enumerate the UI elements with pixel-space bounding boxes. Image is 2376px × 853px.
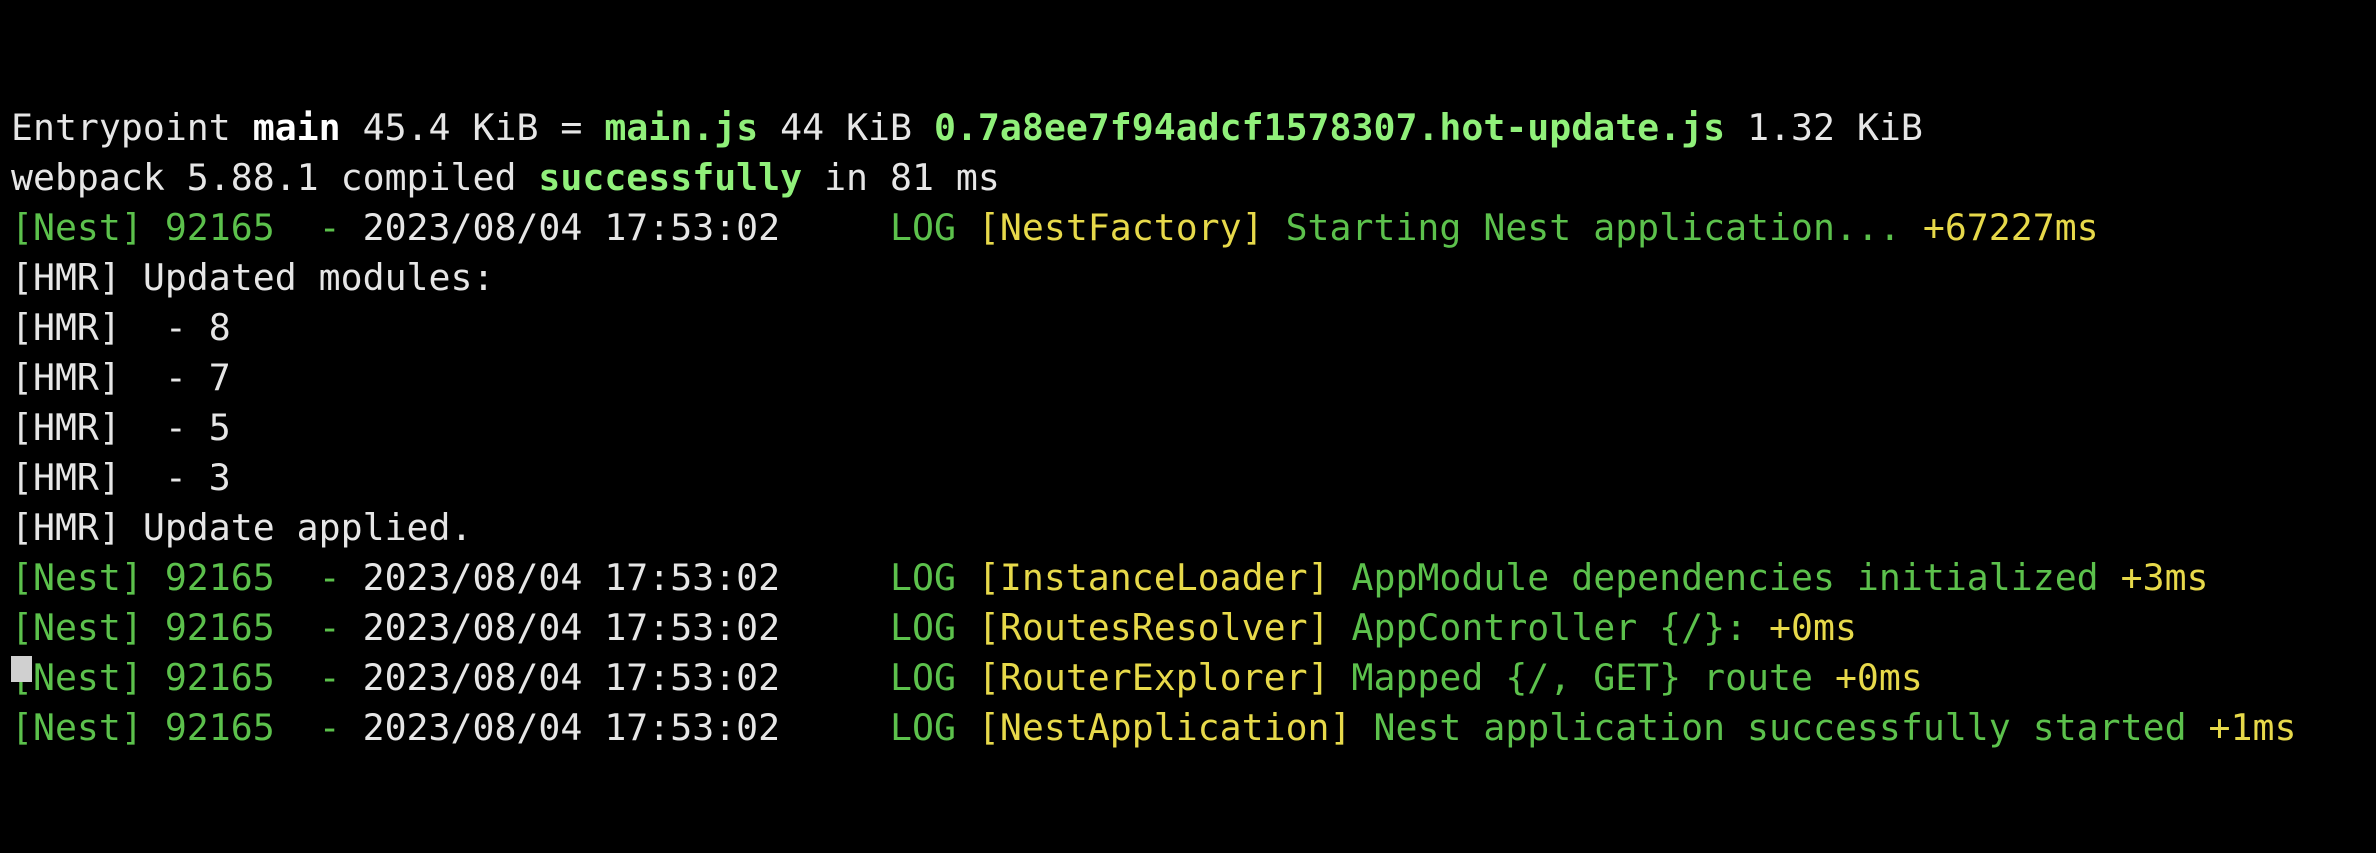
terminal-text-segment: Entrypoint [11, 106, 253, 149]
terminal-text-segment: +67227ms [1900, 206, 2099, 249]
terminal-line: [Nest] 92165 - 2023/08/04 17:53:02 LOG [… [11, 703, 2376, 753]
terminal-text-segment: 2023/08/04 17:53:02 [362, 706, 781, 749]
terminal-text-segment: [Nest] 92165 - [11, 206, 363, 249]
terminal-line: [Nest] 92165 - 2023/08/04 17:53:02 LOG [… [11, 653, 2376, 703]
terminal-line: [HMR] - 5 [11, 403, 2376, 453]
terminal-text-segment: [HMR] Update applied. [11, 506, 473, 549]
terminal-line: [HMR] Update applied. [11, 503, 2376, 553]
terminal-text-segment: 2023/08/04 17:53:02 [362, 206, 781, 249]
terminal-text-segment: main [252, 106, 341, 149]
terminal-text-segment: +0ms [1812, 656, 1923, 699]
terminal-text-segment: [NestApplication] [977, 706, 1374, 749]
terminal-output: Entrypoint main 45.4 KiB = main.js 44 Ki… [11, 103, 2376, 753]
terminal-text-segment: [RoutesResolver] [977, 606, 1352, 649]
terminal-line: [HMR] - 7 [11, 353, 2376, 403]
terminal-text-segment: AppModule dependencies initialized [1351, 556, 2099, 599]
terminal-line: [HMR] Updated modules: [11, 253, 2376, 303]
terminal-text-segment: [HMR] - 5 [11, 406, 231, 449]
terminal-window[interactable]: Entrypoint main 45.4 KiB = main.js 44 Ki… [0, 0, 2376, 749]
terminal-text-segment: [HMR] Updated modules: [11, 256, 495, 299]
terminal-text-segment: LOG [780, 656, 978, 699]
terminal-text-segment: [InstanceLoader] [977, 556, 1352, 599]
terminal-line: [HMR] - 3 [11, 453, 2376, 503]
terminal-text-segment: 45.4 KiB = [340, 106, 605, 149]
terminal-text-segment: LOG [780, 556, 978, 599]
terminal-line: [HMR] - 8 [11, 303, 2376, 353]
terminal-text-segment: main.js [604, 106, 759, 149]
terminal-line: Entrypoint main 45.4 KiB = main.js 44 Ki… [11, 103, 2376, 153]
terminal-text-segment: +1ms [2186, 706, 2297, 749]
terminal-text-segment: 0.7a8ee7f94adcf1578307.hot-update.js [933, 106, 1726, 149]
terminal-line: webpack 5.88.1 compiled successfully in … [11, 153, 2376, 203]
terminal-text-segment: [Nest] 92165 - [11, 556, 363, 599]
terminal-text-segment: LOG [780, 606, 978, 649]
terminal-text-segment: 2023/08/04 17:53:02 [362, 556, 781, 599]
terminal-text-segment: Starting Nest application... [1285, 206, 1901, 249]
terminal-text-segment: 44 KiB [758, 106, 934, 149]
terminal-text-segment: LOG [780, 706, 978, 749]
terminal-text-segment: [HMR] - 8 [11, 306, 231, 349]
terminal-text-segment: [Nest] 92165 - [11, 706, 363, 749]
terminal-text-segment: LOG [780, 206, 978, 249]
terminal-text-segment: [NestFactory] [977, 206, 1286, 249]
terminal-text-segment: successfully [538, 156, 803, 199]
terminal-text-segment: 1.32 KiB [1725, 106, 1923, 149]
terminal-text-segment: 2023/08/04 17:53:02 [362, 606, 781, 649]
terminal-text-segment: AppController {/}: [1351, 606, 1748, 649]
terminal-text-segment: [HMR] - 3 [11, 456, 231, 499]
terminal-text-segment: +0ms [1747, 606, 1857, 649]
terminal-text-segment: [Nest] 92165 - [11, 606, 363, 649]
terminal-text-segment: [RouterExplorer] [977, 656, 1352, 699]
terminal-text-segment: [Nest] 92165 - [11, 656, 363, 699]
terminal-text-segment: 2023/08/04 17:53:02 [362, 656, 781, 699]
terminal-line: [Nest] 92165 - 2023/08/04 17:53:02 LOG [… [11, 603, 2376, 653]
terminal-text-segment: [HMR] - 7 [11, 356, 231, 399]
terminal-line: [Nest] 92165 - 2023/08/04 17:53:02 LOG [… [11, 203, 2376, 253]
terminal-cursor [11, 656, 32, 682]
terminal-text-segment: Mapped {/, GET} route [1351, 656, 1813, 699]
terminal-text-segment: in 81 ms [802, 156, 1000, 199]
terminal-text-segment: +3ms [2098, 556, 2209, 599]
terminal-line: [Nest] 92165 - 2023/08/04 17:53:02 LOG [… [11, 553, 2376, 603]
terminal-text-segment: Nest application successfully started [1373, 706, 2187, 749]
terminal-text-segment: webpack 5.88.1 compiled [11, 156, 539, 199]
